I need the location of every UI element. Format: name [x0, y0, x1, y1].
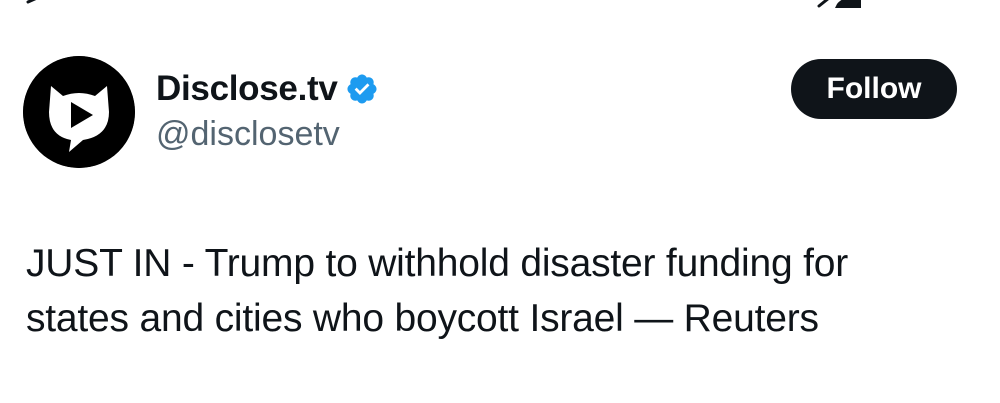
tweet-card: Disclose.tv @disclosetv Follow JUST IN -…	[0, 0, 1000, 403]
display-name[interactable]: Disclose.tv	[156, 66, 338, 112]
follow-button[interactable]: Follow	[791, 59, 957, 119]
grok-icon[interactable]	[815, 0, 863, 8]
back-arrow-icon[interactable]	[26, 0, 48, 4]
account-name-row[interactable]: Disclose.tv	[156, 66, 379, 112]
tweet-text-line: JUST IN - Trump to withhold disaster fun…	[26, 242, 849, 285]
avatar[interactable]	[23, 56, 135, 168]
verified-badge-icon	[346, 74, 377, 104]
tweet-text-line: states and cities who boycott Israel — R…	[26, 297, 819, 340]
tweet-text: JUST IN - Trump to withhold disaster fun…	[26, 236, 976, 346]
account-handle[interactable]: @disclosetv	[156, 112, 340, 156]
disclose-tv-logo-icon	[23, 56, 135, 168]
